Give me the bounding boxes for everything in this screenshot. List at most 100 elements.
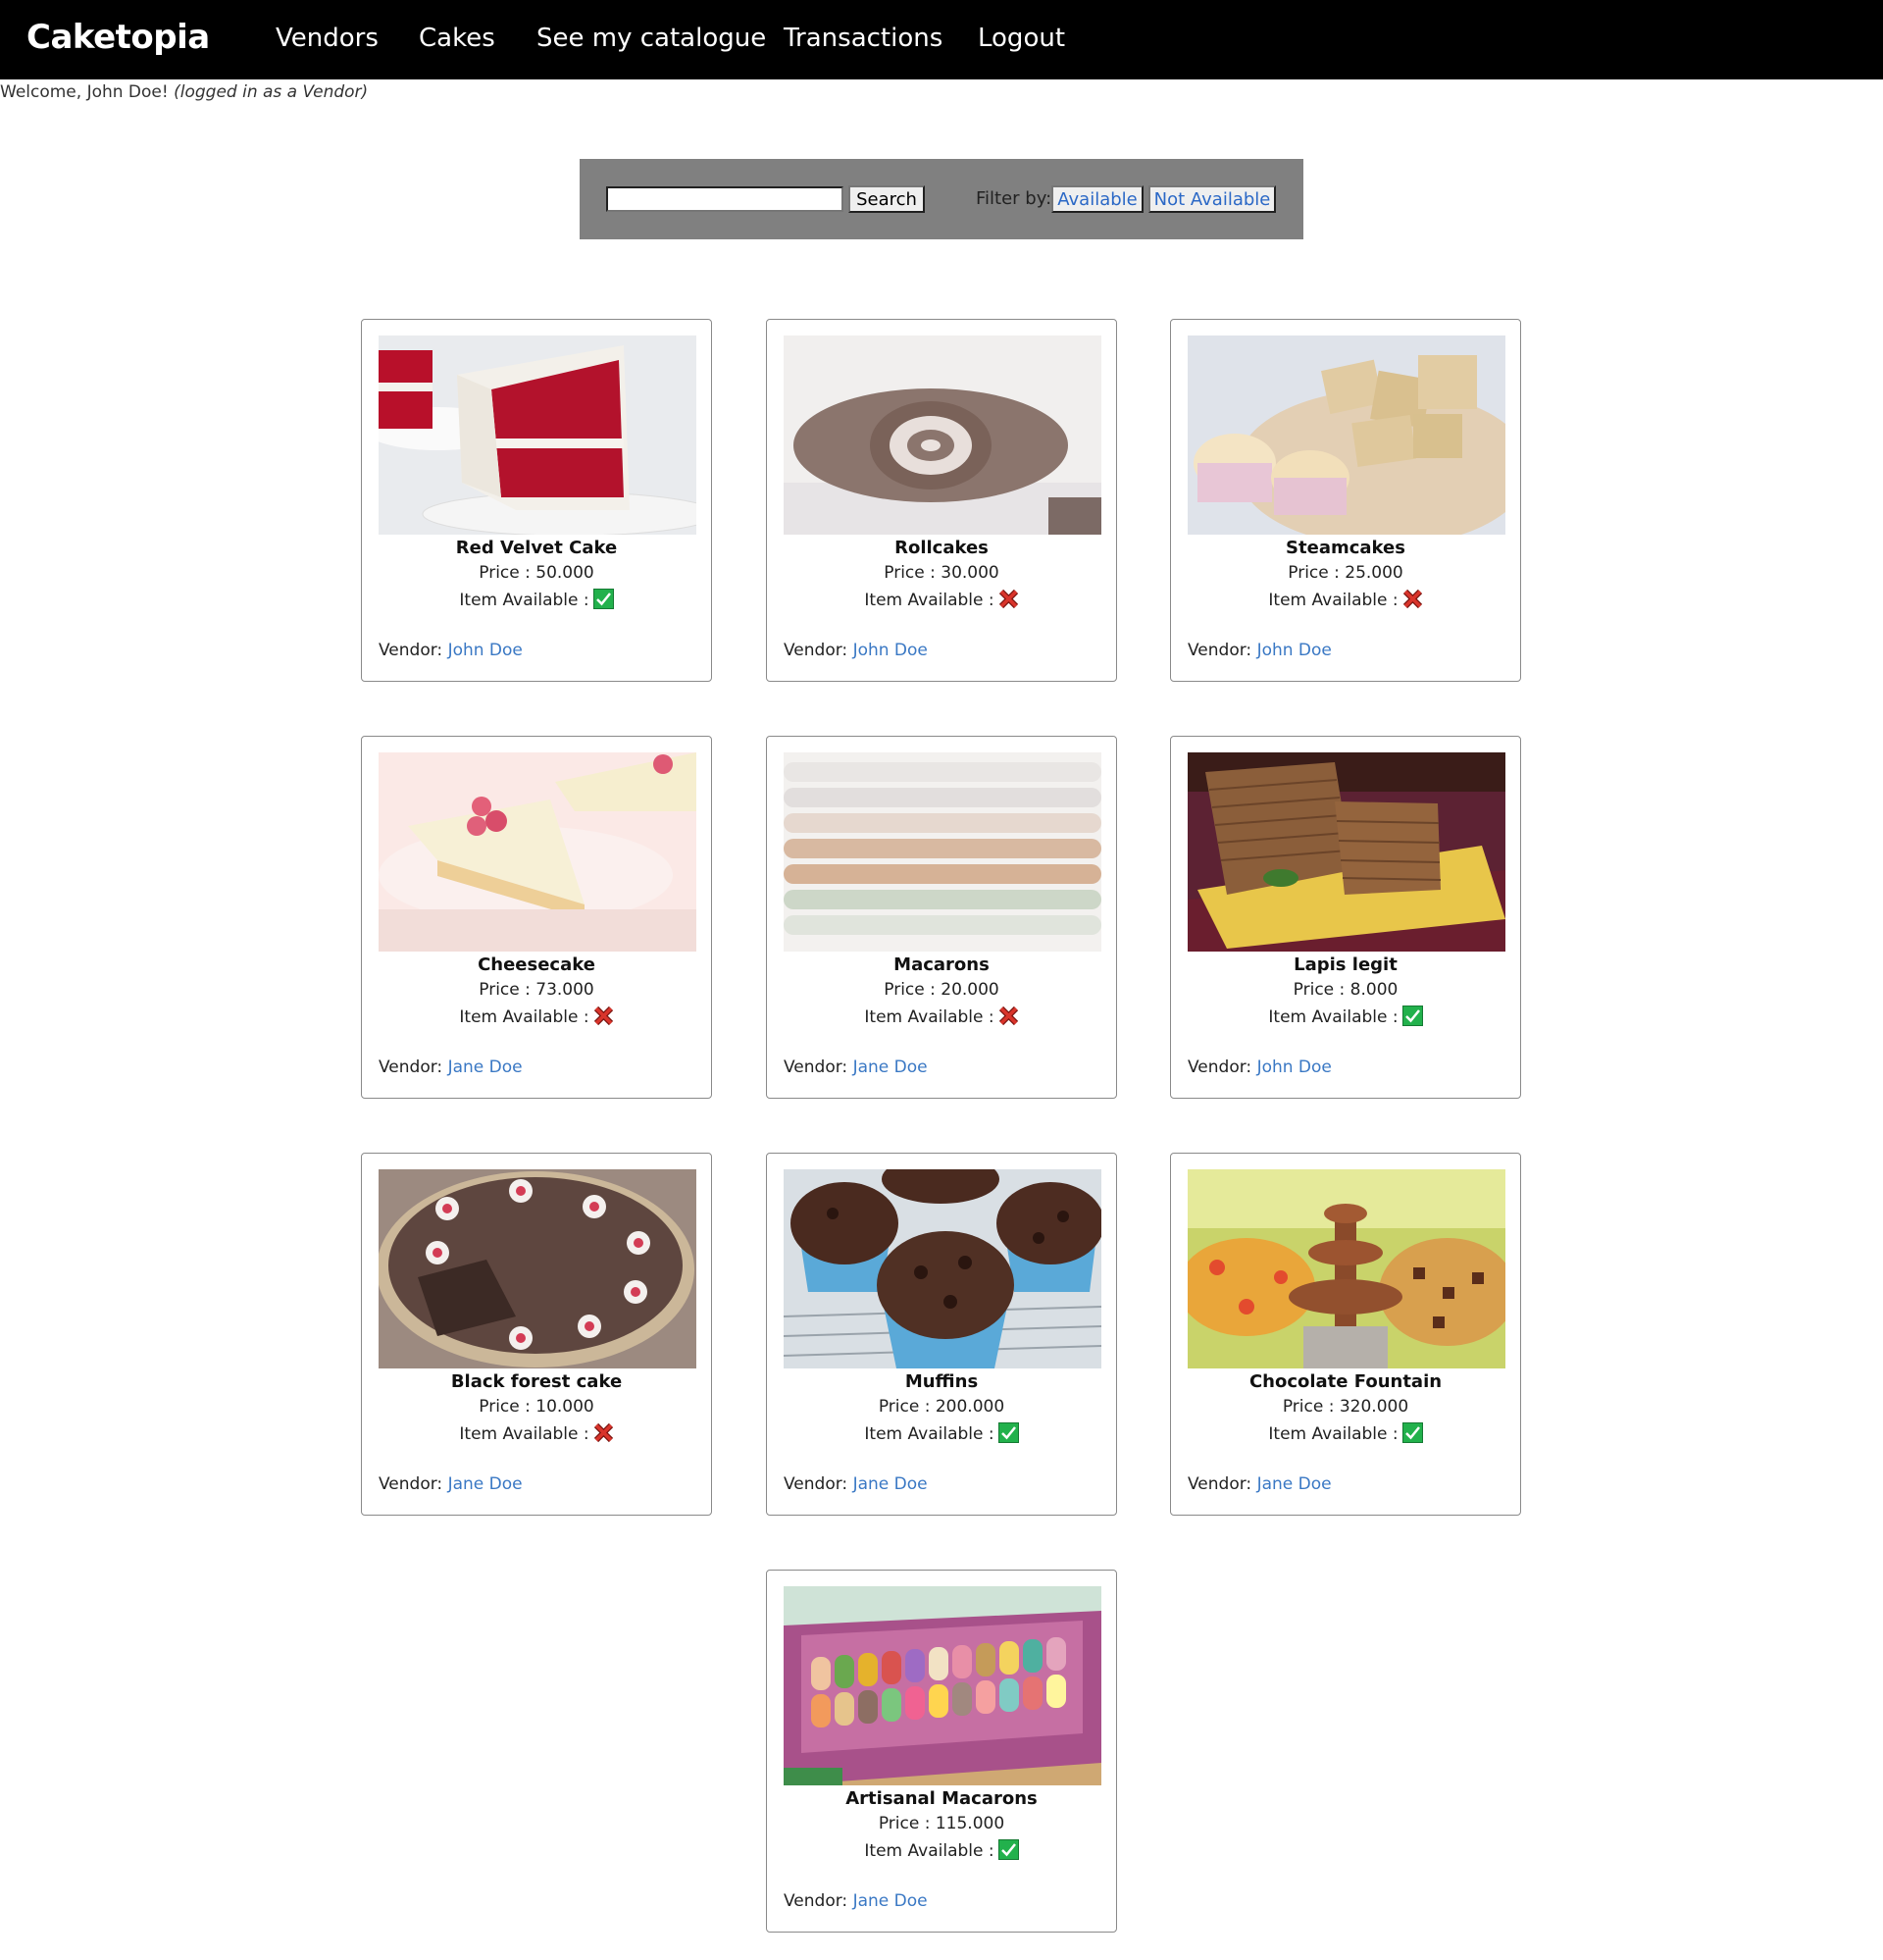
product-name: Macarons [893, 954, 990, 975]
product-card-lapis-legit[interactable]: Lapis legit Price : 8.000 Item Available… [1170, 736, 1521, 1099]
product-name: Red Velvet Cake [455, 538, 618, 558]
rollcake-photo[interactable] [784, 335, 1101, 535]
product-card-chocolate-fountain[interactable]: Chocolate Fountain Price : 320.000 Item … [1170, 1153, 1521, 1516]
product-vendor: Vendor: Jane Doe [784, 1057, 928, 1077]
vendor-label: Vendor: [379, 641, 443, 660]
product-vendor: Vendor: John Doe [1188, 1057, 1332, 1077]
cross-icon [1399, 589, 1423, 610]
product-vendor: Vendor: Jane Doe [1188, 1474, 1332, 1494]
product-name: Lapis legit [1294, 954, 1398, 975]
product-name: Chocolate Fountain [1248, 1371, 1443, 1392]
product-price: Price : 8.000 [1293, 980, 1399, 1000]
muffins-photo[interactable] [784, 1169, 1101, 1368]
navbar: Caketopia Vendors Cakes See my catalogue… [0, 0, 1883, 79]
red-velvet-cake-photo[interactable] [379, 335, 696, 535]
availability-label: Item Available : [1268, 1424, 1399, 1444]
product-vendor: Vendor: Jane Doe [379, 1474, 523, 1494]
vendor-link[interactable]: Jane Doe [853, 1891, 928, 1911]
product-price: Price : 200.000 [878, 1397, 1005, 1417]
checkmark-icon [1399, 1006, 1423, 1027]
artisanal-macarons-photo[interactable] [784, 1586, 1101, 1785]
availability-label: Item Available : [1268, 1007, 1399, 1027]
vendor-label: Vendor: [379, 1057, 443, 1077]
vendor-link[interactable]: John Doe [1257, 1057, 1332, 1077]
product-availability: Item Available : [1171, 1006, 1520, 1027]
nav-item-cakes[interactable]: Cakes [419, 24, 495, 53]
nav-item-transactions[interactable]: Transactions [784, 24, 942, 53]
checkmark-icon [1399, 1422, 1423, 1444]
product-price: Price : 50.000 [479, 563, 594, 583]
product-price: Price : 10.000 [479, 1397, 594, 1417]
product-name: Rollcakes [894, 538, 989, 558]
vendor-label: Vendor: [1188, 1057, 1252, 1077]
vendor-label: Vendor: [784, 1474, 848, 1494]
product-price: Price : 115.000 [878, 1814, 1005, 1833]
product-vendor: Vendor: John Doe [1188, 641, 1332, 660]
availability-label: Item Available : [459, 1424, 589, 1444]
product-name: Muffins [904, 1371, 979, 1392]
product-card-black-forest-cake[interactable]: Black forest cake Price : 10.000 Item Av… [361, 1153, 712, 1516]
availability-label: Item Available : [459, 591, 589, 610]
product-availability: Item Available : [767, 1839, 1116, 1861]
vendor-link[interactable]: John Doe [853, 641, 928, 660]
macarons-photo[interactable] [784, 752, 1101, 952]
product-name: Cheesecake [478, 954, 595, 975]
search-button[interactable]: Search [848, 185, 925, 213]
vendor-label: Vendor: [379, 1474, 443, 1494]
vendor-link[interactable]: Jane Doe [448, 1474, 523, 1494]
vendor-link[interactable]: John Doe [448, 641, 523, 660]
filter-not-available-button[interactable]: Not Available [1148, 185, 1276, 213]
availability-label: Item Available : [864, 1841, 994, 1861]
product-card-rollcakes[interactable]: Rollcakes Price : 30.000 Item Available … [766, 319, 1117, 682]
product-availability: Item Available : [1171, 1422, 1520, 1444]
product-price: Price : 73.000 [479, 980, 594, 1000]
cross-icon [994, 589, 1019, 610]
product-card-muffins[interactable]: Muffins Price : 200.000 Item Available :… [766, 1153, 1117, 1516]
product-price: Price : 320.000 [1282, 1397, 1409, 1417]
availability-label: Item Available : [864, 591, 994, 610]
availability-label: Item Available : [1268, 591, 1399, 610]
product-availability: Item Available : [767, 1422, 1116, 1444]
product-vendor: Vendor: Jane Doe [379, 1057, 523, 1077]
vendor-link[interactable]: Jane Doe [853, 1057, 928, 1077]
chocolate-fountain-photo[interactable] [1188, 1169, 1505, 1368]
nav-item-vendors[interactable]: Vendors [276, 24, 379, 53]
welcome-role: (logged in as a Vendor) [174, 82, 369, 102]
nav-item-logout[interactable]: Logout [978, 24, 1065, 53]
checkmark-icon [994, 1839, 1019, 1861]
product-vendor: Vendor: John Doe [379, 641, 523, 660]
cheesecake-photo[interactable] [379, 752, 696, 952]
vendor-link[interactable]: Jane Doe [1257, 1474, 1332, 1494]
search-input[interactable] [606, 186, 843, 212]
welcome-message: Welcome, John Doe! (logged in as a Vendo… [0, 82, 368, 102]
product-name: Black forest cake [450, 1371, 623, 1392]
vendor-link[interactable]: Jane Doe [853, 1474, 928, 1494]
product-price: Price : 20.000 [884, 980, 999, 1000]
cross-icon [589, 1006, 614, 1027]
vendor-link[interactable]: Jane Doe [448, 1057, 523, 1077]
product-card-macarons[interactable]: Macarons Price : 20.000 Item Available :… [766, 736, 1117, 1099]
product-card-red-velvet-cake[interactable]: Red Velvet Cake Price : 50.000 Item Avai… [361, 319, 712, 682]
vendor-label: Vendor: [1188, 641, 1252, 660]
availability-label: Item Available : [864, 1007, 994, 1027]
vendor-label: Vendor: [784, 641, 848, 660]
product-availability: Item Available : [362, 1422, 711, 1444]
vendor-label: Vendor: [784, 1891, 848, 1911]
steamcake-photo[interactable] [1188, 335, 1505, 535]
vendor-label: Vendor: [1188, 1474, 1252, 1494]
product-vendor: Vendor: Jane Doe [784, 1474, 928, 1494]
brand-logo[interactable]: Caketopia [26, 18, 210, 57]
product-availability: Item Available : [362, 589, 711, 610]
product-card-cheesecake[interactable]: Cheesecake Price : 73.000 Item Available… [361, 736, 712, 1099]
black-forest-cake-photo[interactable] [379, 1169, 696, 1368]
vendor-link[interactable]: John Doe [1257, 641, 1332, 660]
cross-icon [589, 1422, 614, 1444]
filter-available-button[interactable]: Available [1051, 185, 1144, 213]
filter-label: Filter by: [976, 188, 1052, 209]
product-card-artisanal-macarons[interactable]: Artisanal Macarons Price : 115.000 Item … [766, 1570, 1117, 1933]
checkmark-icon [994, 1422, 1019, 1444]
product-price: Price : 25.000 [1288, 563, 1403, 583]
lapis-legit-photo[interactable] [1188, 752, 1505, 952]
product-card-steamcakes[interactable]: Steamcakes Price : 25.000 Item Available… [1170, 319, 1521, 682]
nav-item-see-my-catalogue[interactable]: See my catalogue [536, 24, 766, 53]
